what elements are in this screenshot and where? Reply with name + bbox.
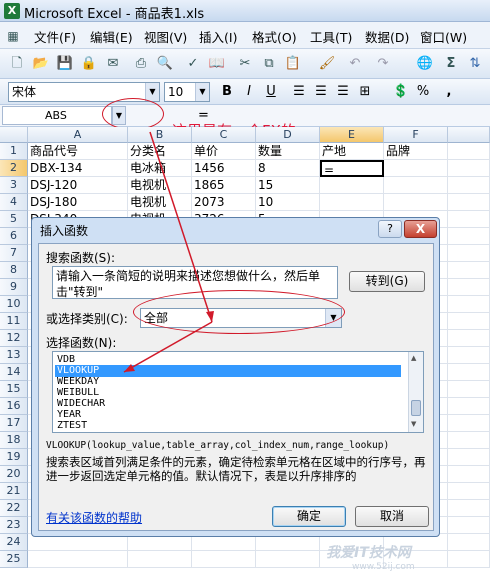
watermark-url: www.52ij.com [352,562,415,572]
arrow-line [123,321,213,373]
arrow-head [124,364,135,372]
watermark-text: 我爱IT技术网 [326,545,411,561]
annotation-arrows [123,131,214,373]
arrow-head [206,311,214,322]
arrow-line [149,131,213,323]
